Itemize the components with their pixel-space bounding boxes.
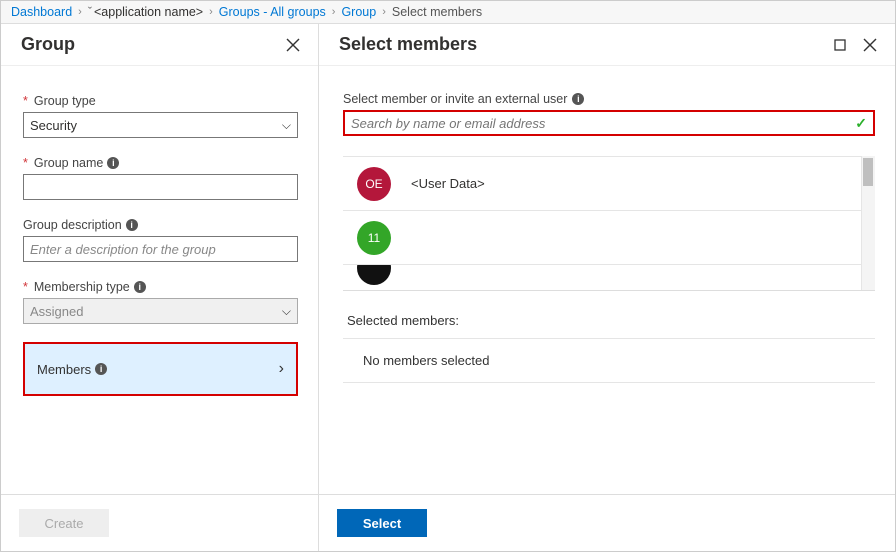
required-marker: * <box>23 280 28 294</box>
breadcrumb-groups[interactable]: Groups - All groups <box>219 5 326 19</box>
group-name-field: * Group name i <box>23 156 298 200</box>
info-icon[interactable]: i <box>107 157 119 169</box>
panes: Group * Group type Security ⌵ <box>1 24 895 551</box>
chevron-right-icon: › <box>279 360 284 378</box>
group-desc-input[interactable] <box>23 236 298 262</box>
member-search-box: ✓ <box>343 110 875 136</box>
list-item[interactable]: OE <User Data> <box>343 156 875 210</box>
select-button[interactable]: Select <box>337 509 427 537</box>
group-desc-label: Group description i <box>23 218 298 232</box>
group-desc-field: Group description i <box>23 218 298 262</box>
info-icon[interactable]: i <box>572 93 584 105</box>
breadcrumb-sep: › <box>382 6 386 18</box>
list-item[interactable]: 11 <box>343 210 875 264</box>
breadcrumb-sep: › <box>209 6 213 18</box>
scrollbar[interactable] <box>861 156 875 290</box>
group-blade-title: Group <box>21 34 75 55</box>
avatar: 11 <box>357 221 391 255</box>
group-type-select[interactable]: Security ⌵ <box>23 112 298 138</box>
members-tile[interactable]: Members i › <box>23 342 298 396</box>
list-item-name: <User Data> <box>411 176 485 191</box>
group-blade-footer: Create <box>1 494 318 551</box>
group-blade-body: * Group type Security ⌵ * Group name i <box>1 66 318 494</box>
avatar: OE <box>357 167 391 201</box>
required-marker: * <box>23 94 28 108</box>
breadcrumb-current: Select members <box>392 5 482 19</box>
select-members-header: Select members <box>319 24 895 66</box>
member-list: OE <User Data> 11 <box>343 156 875 291</box>
list-item[interactable] <box>343 264 875 290</box>
group-blade-header: Group <box>1 24 318 66</box>
selected-members-label: Selected members: <box>347 313 875 328</box>
close-icon[interactable] <box>861 36 879 54</box>
breadcrumb-sep: › <box>78 6 82 18</box>
select-members-blade: Select members Select member or invite a… <box>319 24 895 551</box>
check-icon: ✓ <box>855 115 867 132</box>
member-search-input[interactable] <box>351 116 855 131</box>
members-field: Members i › <box>23 342 298 396</box>
create-button[interactable]: Create <box>19 509 109 537</box>
avatar <box>357 264 391 285</box>
membership-type-value: Assigned <box>30 304 83 319</box>
search-label: Select member or invite an external user… <box>343 92 875 106</box>
chevron-down-icon: ⌵ <box>282 118 291 133</box>
membership-type-label: * Membership type i <box>23 280 298 294</box>
membership-type-field: * Membership type i Assigned ⌵ <box>23 280 298 324</box>
group-name-input[interactable] <box>23 174 298 200</box>
info-icon[interactable]: i <box>95 363 107 375</box>
group-blade: Group * Group type Security ⌵ <box>1 24 319 551</box>
group-type-value: Security <box>30 118 77 133</box>
group-type-field: * Group type Security ⌵ <box>23 94 298 138</box>
scrollbar-thumb[interactable] <box>863 158 873 186</box>
breadcrumb: Dashboard › ˇ<application name> › Groups… <box>1 1 895 24</box>
breadcrumb-dashboard[interactable]: Dashboard <box>11 5 72 19</box>
members-label: Members <box>37 362 91 377</box>
select-members-title: Select members <box>339 34 477 55</box>
chevron-down-icon: ⌵ <box>282 304 291 319</box>
app-root: Dashboard › ˇ<application name> › Groups… <box>0 0 896 552</box>
breadcrumb-app: ˇ<application name> <box>88 5 203 19</box>
required-marker: * <box>23 156 28 170</box>
close-icon[interactable] <box>284 36 302 54</box>
group-type-label: * Group type <box>23 94 298 108</box>
restore-icon[interactable] <box>831 36 849 54</box>
breadcrumb-sep: › <box>332 6 336 18</box>
no-members-text: No members selected <box>343 338 875 383</box>
breadcrumb-group[interactable]: Group <box>341 5 376 19</box>
membership-type-select[interactable]: Assigned ⌵ <box>23 298 298 324</box>
select-members-footer: Select <box>319 494 895 551</box>
group-name-label: * Group name i <box>23 156 298 170</box>
info-icon[interactable]: i <box>126 219 138 231</box>
select-members-body: Select member or invite an external user… <box>319 66 895 494</box>
info-icon[interactable]: i <box>134 281 146 293</box>
